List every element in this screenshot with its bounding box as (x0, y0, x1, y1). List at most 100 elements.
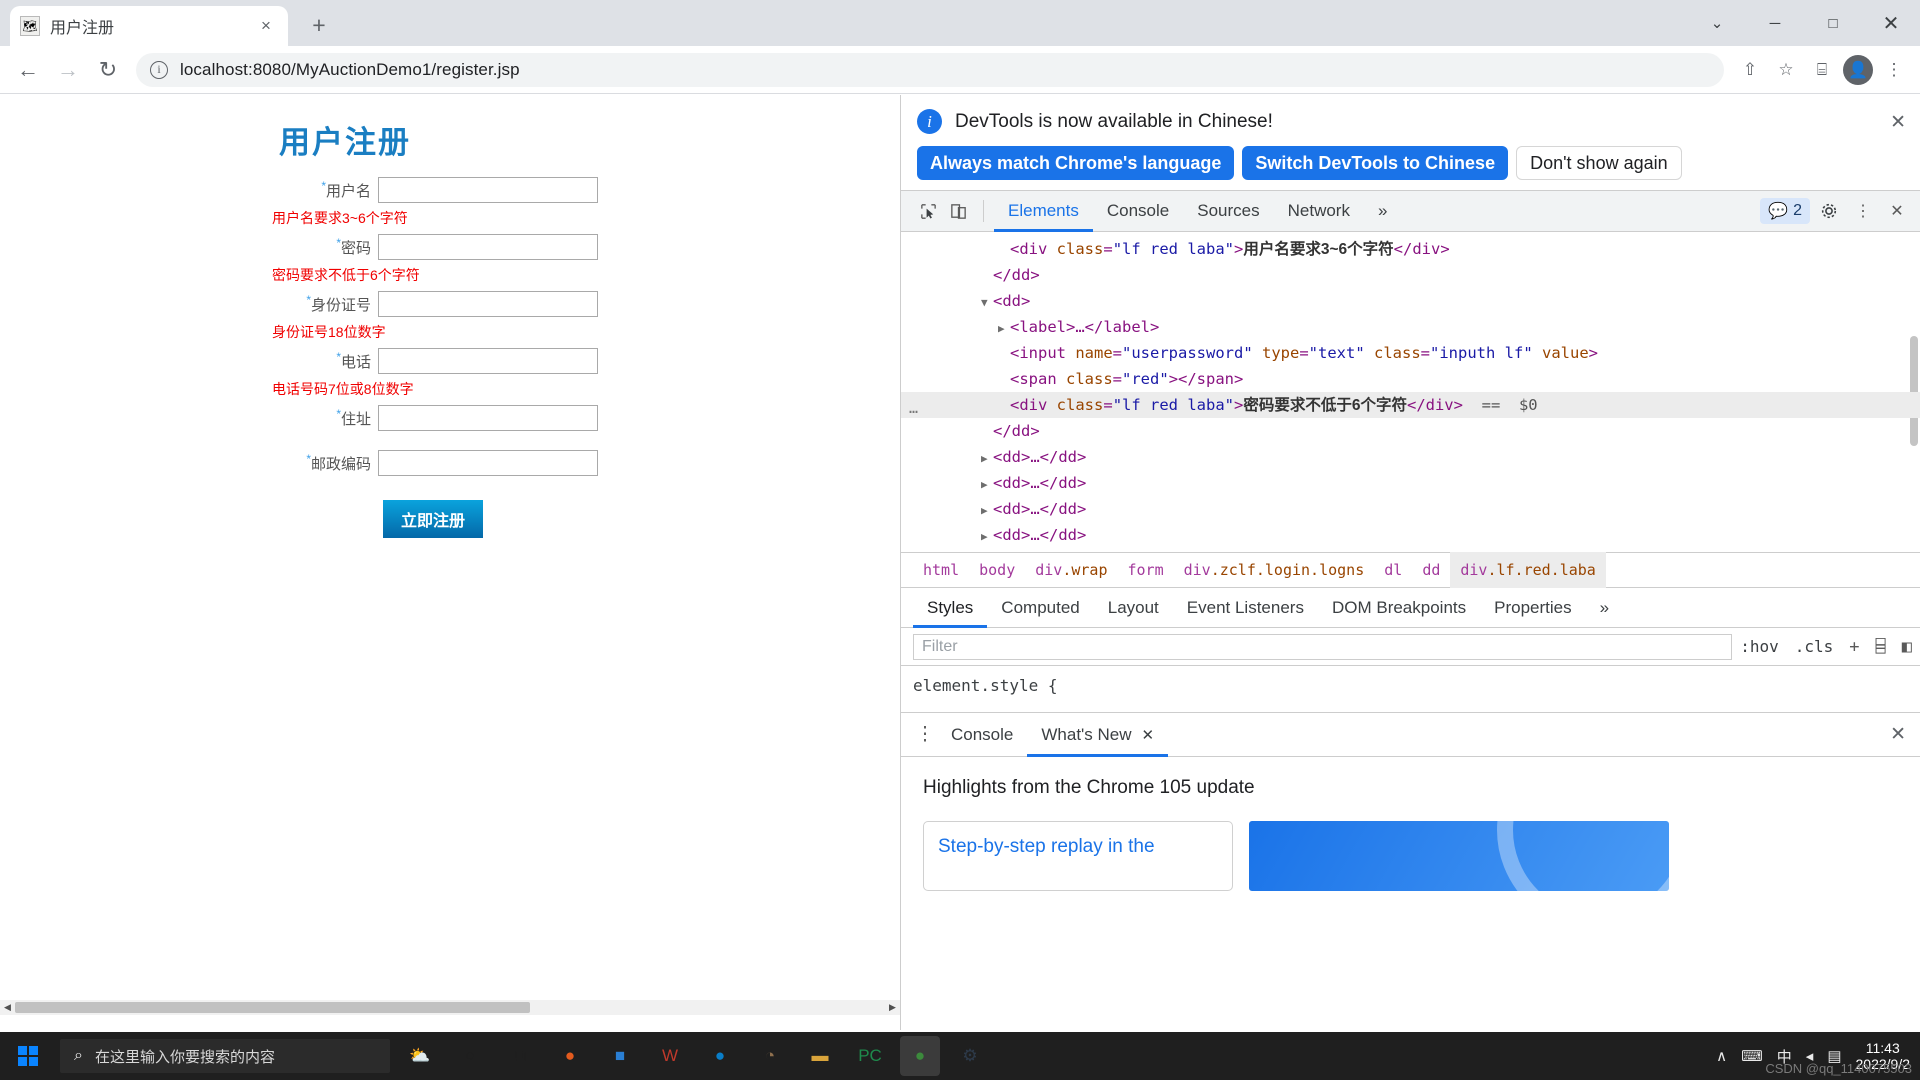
banner-close-icon[interactable]: ✕ (1890, 111, 1906, 134)
browser-tab[interactable]: 🗺 用户注册 × (10, 6, 288, 46)
new-tab-button[interactable]: + (302, 8, 336, 42)
tab-search-icon[interactable]: ⌄ (1688, 0, 1746, 46)
pycharm-icon[interactable]: PC (850, 1036, 890, 1076)
close-icon[interactable]: ✕ (1142, 726, 1155, 744)
breadcrumb[interactable]: html body div .wrap form div .zclf.login.logns… (901, 552, 1920, 588)
address-bar[interactable]: i localhost:8080/MyAuctionDemo1/register… (136, 52, 1724, 87)
scroll-left-icon[interactable]: ◀ (0, 1000, 15, 1015)
more-tabs-icon[interactable]: » (1364, 190, 1401, 232)
tab-computed[interactable]: Computed (987, 588, 1093, 628)
new-style-rule-icon[interactable]: + (1841, 637, 1867, 657)
breadcrumb-item[interactable]: div .wrap (1025, 552, 1117, 588)
drawer-tab-whats-new[interactable]: What's New ✕ (1027, 713, 1168, 757)
tab-styles[interactable]: Styles (913, 588, 987, 628)
inspect-element-icon[interactable] (913, 196, 943, 226)
postcode-input[interactable] (378, 449, 598, 476)
cls-toggle[interactable]: .cls (1787, 637, 1842, 656)
dom-line[interactable]: <dd>…</dd> (901, 522, 1920, 548)
tab-dom-breakpoints[interactable]: DOM Breakpoints (1318, 588, 1480, 628)
dom-line[interactable]: <!-- (901, 548, 1920, 552)
dom-line[interactable]: <dd>…</dd> (901, 496, 1920, 522)
store-icon[interactable]: ■ (600, 1036, 640, 1076)
toggle-sidebar-icon[interactable]: ◧ (1894, 637, 1920, 657)
expand-toggle-icon[interactable] (998, 316, 1010, 342)
address-input[interactable] (378, 404, 598, 431)
drawer-close-icon[interactable]: ✕ (1890, 723, 1920, 746)
maximize-button[interactable]: □ (1804, 0, 1862, 46)
devtools-close-icon[interactable]: ✕ (1882, 196, 1912, 226)
tab-layout[interactable]: Layout (1094, 588, 1173, 628)
dom-line[interactable]: <dd> (901, 288, 1920, 314)
expand-toggle-icon[interactable] (981, 472, 993, 498)
hov-toggle[interactable]: :hov (1732, 637, 1787, 656)
username-input[interactable] (378, 176, 598, 203)
chrome-icon[interactable]: ● (900, 1036, 940, 1076)
expand-toggle-icon[interactable] (981, 498, 993, 524)
tab-console[interactable]: Console (1093, 190, 1183, 232)
tab-event-listeners[interactable]: Event Listeners (1173, 588, 1318, 628)
reload-icon[interactable]: ↻ (88, 50, 128, 90)
app-icon[interactable]: ◔ (750, 1036, 790, 1076)
expand-toggle-icon[interactable] (981, 446, 993, 472)
tab-sources[interactable]: Sources (1183, 190, 1273, 232)
breadcrumb-item[interactable]: html (913, 552, 969, 588)
taskbar-search-box[interactable]: ⌕ 在这里输入你要搜索的内容 (60, 1039, 390, 1073)
device-toolbar-icon[interactable] (943, 196, 973, 226)
tab-elements[interactable]: Elements (994, 190, 1093, 232)
message-count-badge[interactable]: 💬 2 (1760, 198, 1810, 224)
weather-widget[interactable]: ⛅ (400, 1036, 440, 1076)
scrollbar-track[interactable] (15, 1000, 885, 1015)
expand-toggle-icon[interactable] (981, 524, 993, 550)
switch-devtools-chinese-button[interactable]: Switch DevTools to Chinese (1242, 146, 1509, 180)
share-icon[interactable]: ⇧ (1732, 52, 1768, 88)
close-icon[interactable]: × (254, 14, 278, 38)
window-close-button[interactable]: ✕ (1862, 0, 1920, 46)
cortana-icon[interactable]: ○ (450, 1036, 490, 1076)
back-icon[interactable]: ← (8, 50, 48, 90)
dom-line[interactable]: <div class="lf red laba">用户名要求3~6个字符</di… (901, 236, 1920, 262)
filter-input[interactable]: Filter (913, 633, 1733, 660)
scrollbar-thumb[interactable] (15, 1002, 530, 1013)
dom-line-selected[interactable]: … <div class="lf red laba">密码要求不低于6个字符</d… (901, 392, 1920, 418)
gear-icon[interactable] (1814, 196, 1844, 226)
dont-show-again-button[interactable]: Don't show again (1516, 146, 1682, 180)
firefox-icon[interactable]: ● (550, 1036, 590, 1076)
whats-new-card[interactable]: Step-by-step replay in the (923, 821, 1233, 891)
dom-line[interactable]: </dd> (901, 418, 1920, 444)
scroll-right-icon[interactable]: ▶ (885, 1000, 900, 1015)
dom-line[interactable]: <dd>…</dd> (901, 444, 1920, 470)
dom-line[interactable]: <input name="userpassword" type="text" c… (901, 340, 1920, 366)
site-info-icon[interactable]: i (150, 60, 168, 79)
bookmark-star-icon[interactable]: ☆ (1768, 52, 1804, 88)
breadcrumb-item[interactable]: dd (1412, 552, 1450, 588)
edge-icon[interactable]: ● (700, 1036, 740, 1076)
expand-toggle-icon[interactable] (981, 290, 993, 316)
dom-line[interactable]: <span class="red"></span> (901, 366, 1920, 392)
settings-icon[interactable]: ⚙ (950, 1036, 990, 1076)
password-input[interactable] (378, 233, 598, 260)
phone-input[interactable] (378, 347, 598, 374)
breadcrumb-item[interactable]: body (969, 552, 1025, 588)
always-match-language-button[interactable]: Always match Chrome's language (917, 146, 1235, 180)
file-explorer-icon[interactable]: ▬ (800, 1036, 840, 1076)
chrome-menu-icon[interactable]: ⋮ (1876, 52, 1912, 88)
wps-icon[interactable]: W (650, 1036, 690, 1076)
dom-tree[interactable]: <div class="lf red laba">用户名要求3~6个字符</di… (901, 232, 1920, 552)
panel-more-icon[interactable]: » (1586, 588, 1623, 628)
computed-sidebar-icon[interactable]: ⌸ (1868, 637, 1894, 657)
forward-icon[interactable]: → (48, 50, 88, 90)
breadcrumb-item[interactable]: dl (1374, 552, 1412, 588)
breadcrumb-item[interactable]: form (1118, 552, 1174, 588)
keyboard-icon[interactable]: ⌨ (1741, 1047, 1763, 1065)
task-view-icon[interactable]: ⧉ (500, 1036, 540, 1076)
register-button[interactable]: 立即注册 (383, 500, 483, 538)
dom-line[interactable]: <dd>…</dd> (901, 470, 1920, 496)
tab-network[interactable]: Network (1274, 190, 1364, 232)
tray-chevron-icon[interactable]: ∧ (1716, 1047, 1727, 1065)
page-horizontal-scrollbar[interactable]: ◀ ▶ (0, 1000, 900, 1015)
tab-properties[interactable]: Properties (1480, 588, 1585, 628)
drawer-tab-console[interactable]: Console (937, 713, 1027, 757)
profile-avatar-button[interactable]: 👤 (1840, 52, 1876, 88)
drawer-menu-icon[interactable]: ⋮ (913, 723, 937, 746)
start-button[interactable] (0, 1032, 56, 1080)
